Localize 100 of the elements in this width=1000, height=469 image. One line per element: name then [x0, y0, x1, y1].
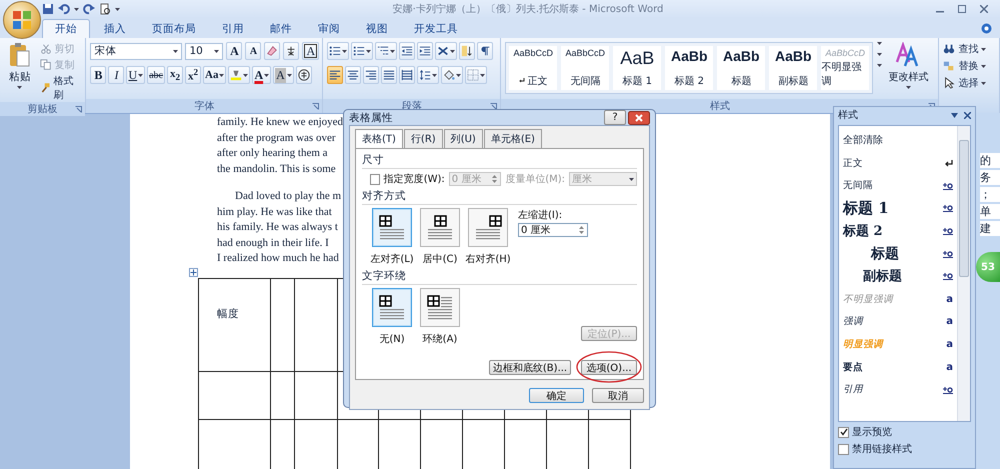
- checkbox[interactable]: [838, 444, 849, 454]
- maximize-icon[interactable]: [958, 5, 966, 13]
- align-left-button[interactable]: [327, 66, 344, 84]
- scrollbar[interactable]: [957, 126, 970, 421]
- borders-button[interactable]: [465, 66, 488, 84]
- decrease-indent-button[interactable]: [399, 42, 416, 60]
- alignment-option[interactable]: [468, 208, 508, 247]
- style-list-item[interactable]: 标题 1: [843, 197, 953, 220]
- dialog-tab[interactable]: 表格(T): [355, 129, 403, 148]
- style-gallery-item[interactable]: AaBbCcD 不明显强调: [821, 46, 870, 90]
- alignment-option[interactable]: [372, 208, 412, 247]
- style-list-item[interactable]: 副标题: [843, 265, 953, 288]
- checkbox[interactable]: [838, 426, 849, 438]
- find-button[interactable]: 查找: [943, 42, 986, 56]
- style-list-item[interactable]: 无间隔: [843, 174, 953, 198]
- underline-button[interactable]: U: [126, 66, 146, 84]
- dialog-tab[interactable]: 单元格(E): [484, 129, 542, 148]
- ribbon-tab[interactable]: 邮件: [258, 20, 304, 38]
- close-button[interactable]: [628, 110, 650, 124]
- enclose-character-button[interactable]: [296, 66, 312, 84]
- borders-and-shading-button[interactable]: 边框和底纹(B)...: [489, 360, 571, 375]
- change-styles-button[interactable]: 更改样式: [886, 42, 930, 99]
- style-gallery-item[interactable]: AaBb 标题 2: [665, 46, 714, 90]
- shrink-font-button[interactable]: A: [245, 42, 262, 60]
- paint-bucket-button[interactable]: [441, 66, 464, 84]
- paste-button[interactable]: 粘贴: [4, 42, 36, 102]
- style-list-item[interactable]: 标题 2: [843, 220, 953, 242]
- print-preview-icon[interactable]: [99, 3, 111, 15]
- align-right-button[interactable]: [363, 66, 380, 84]
- superscript-button[interactable]: x$^{2}$: [185, 66, 201, 84]
- change-case-button[interactable]: Aa: [203, 66, 226, 84]
- style-list-item[interactable]: 要点 a: [843, 356, 953, 379]
- character-border-button[interactable]: A: [302, 42, 320, 60]
- spinner-arrows-icon[interactable]: [578, 225, 585, 235]
- bold-button[interactable]: B: [90, 66, 106, 84]
- asian-layout-button[interactable]: [435, 42, 458, 60]
- dialog-tab[interactable]: 行(R): [404, 129, 443, 148]
- style-gallery-item[interactable]: AaBbCcD 正文: [509, 46, 558, 90]
- style-gallery-item[interactable]: AaBb 副标题: [769, 46, 818, 90]
- style-gallery-item[interactable]: AaB 标题 1: [613, 46, 662, 90]
- save-icon[interactable]: [42, 3, 54, 15]
- style-list-item[interactable]: 标题: [843, 242, 953, 266]
- dialog-tab[interactable]: 列(U): [444, 129, 483, 148]
- select-button[interactable]: 选择: [943, 76, 986, 90]
- text-wrap-option[interactable]: [372, 288, 412, 327]
- style-list-item[interactable]: 全部清除: [843, 129, 953, 152]
- spinner-arrows-icon[interactable]: [491, 174, 498, 184]
- ribbon-tab[interactable]: 页面布局: [140, 20, 208, 38]
- replace-button[interactable]: 替换: [943, 59, 986, 73]
- justify-button[interactable]: [381, 66, 398, 84]
- grow-font-button[interactable]: A: [226, 42, 242, 60]
- style-gallery-item[interactable]: AaBb 标题: [717, 46, 766, 90]
- multilevel-list-button[interactable]: [375, 42, 398, 60]
- style-list-item[interactable]: 正文: [843, 152, 953, 174]
- numbered-list-button[interactable]: [351, 42, 374, 60]
- format-painter-button[interactable]: 格式刷: [40, 74, 82, 102]
- increase-indent-button[interactable]: [417, 42, 434, 60]
- font-size-field[interactable]: 10: [185, 42, 224, 60]
- style-gallery-item[interactable]: AaBbCcD 无间隔: [561, 46, 610, 90]
- cancel-button[interactable]: 取消: [592, 388, 644, 403]
- dialog-launcher-icon[interactable]: [75, 106, 82, 113]
- alignment-option[interactable]: [420, 208, 460, 247]
- style-list-item[interactable]: 明显强调 a: [843, 333, 953, 356]
- close-icon[interactable]: [980, 5, 988, 13]
- ok-button[interactable]: 确定: [529, 388, 584, 403]
- ribbon-tab[interactable]: 插入: [92, 20, 138, 38]
- help-button[interactable]: ?: [604, 110, 626, 125]
- dialog-launcher-icon[interactable]: [312, 103, 320, 110]
- strikethrough-button[interactable]: abc: [147, 66, 165, 84]
- help-icon[interactable]: [981, 23, 992, 34]
- font-name-field[interactable]: 宋体: [90, 42, 182, 60]
- style-list-item[interactable]: 不明显强调 a: [843, 288, 953, 310]
- phonetic-guide-button[interactable]: [283, 42, 300, 60]
- clear-format-button[interactable]: [264, 42, 280, 60]
- ribbon-tab[interactable]: 视图: [354, 20, 400, 38]
- bullet-list-button[interactable]: [327, 42, 350, 60]
- pilcrow-button[interactable]: [477, 42, 494, 60]
- italic-button[interactable]: I: [108, 66, 124, 84]
- subscript-button[interactable]: x$_{2}$: [167, 66, 183, 84]
- ribbon-tab[interactable]: 开始: [42, 19, 90, 38]
- table-move-handle-icon[interactable]: [189, 268, 198, 276]
- character-shading-button[interactable]: A: [273, 66, 294, 84]
- ribbon-tab[interactable]: 审阅: [306, 20, 352, 38]
- text-wrap-option[interactable]: [420, 288, 460, 327]
- ribbon-tab[interactable]: 引用: [210, 20, 256, 38]
- sort-button[interactable]: [459, 42, 476, 60]
- style-list-item[interactable]: 引用: [843, 378, 953, 402]
- highlight-button[interactable]: [228, 66, 250, 84]
- checkbox[interactable]: [370, 174, 380, 184]
- options-button[interactable]: 选项(O)...: [581, 360, 637, 375]
- line-spacing-button[interactable]: [417, 66, 440, 84]
- font-color-button[interactable]: A: [252, 66, 272, 84]
- undo-icon[interactable]: [58, 3, 70, 15]
- close-icon[interactable]: [964, 112, 971, 118]
- style-list-item[interactable]: 强调 a: [843, 310, 953, 334]
- redo-icon[interactable]: [83, 3, 95, 15]
- ribbon-tab[interactable]: 开发工具: [402, 20, 470, 38]
- align-center-button[interactable]: [345, 66, 362, 84]
- distributed-button[interactable]: [399, 66, 416, 84]
- indent-field[interactable]: 0 厘米: [518, 223, 588, 237]
